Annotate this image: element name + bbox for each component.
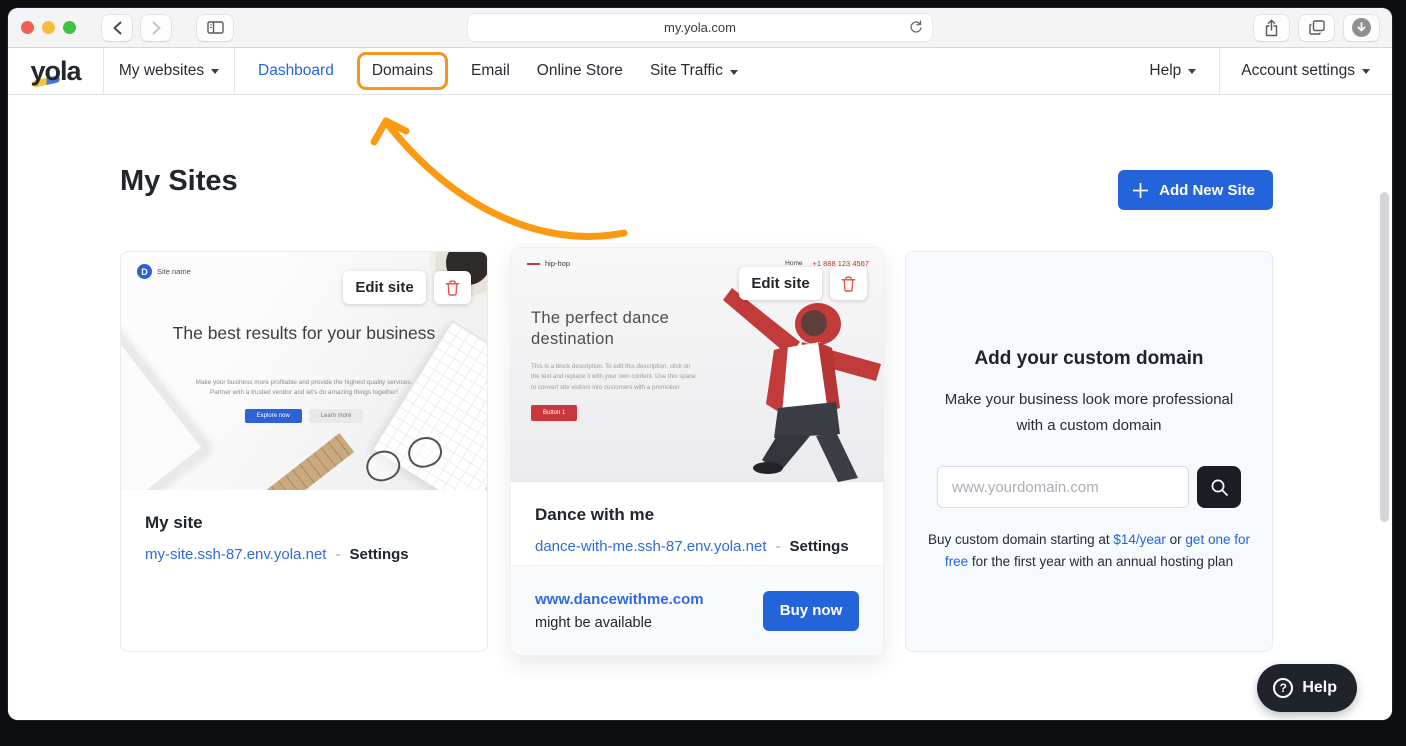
yola-logo[interactable]: yola [8,48,104,94]
custom-domain-note: Buy custom domain starting at $14/year o… [923,529,1255,574]
help-dropdown[interactable]: Help [1126,48,1220,94]
domain-offer-section: www.dancewithme.com might be available B… [511,565,883,655]
nav-site-traffic[interactable]: Site Traffic [650,62,738,80]
preview-brand-name: hip-hop [545,259,570,268]
share-button[interactable] [1254,15,1289,41]
chevron-down-icon [1362,69,1370,74]
add-new-site-button[interactable]: Add New Site [1118,170,1273,210]
preview-site-logo: D [137,264,152,279]
preview-secondary-button: Learn more [309,409,364,423]
site-domain-link[interactable]: my-site.ssh-87.env.yola.net [145,546,326,563]
edit-site-button[interactable]: Edit site [739,267,822,300]
tab-overview-button[interactable] [1299,15,1334,41]
main-content: My Sites Add New Site D Site name The be… [8,95,1392,720]
site-card-my-site: D Site name The best results for your bu… [120,251,488,652]
chevron-down-icon [730,70,738,75]
delete-site-button[interactable] [434,271,471,304]
site-settings-link[interactable]: Settings [349,546,408,563]
back-button[interactable] [102,15,132,41]
sidebar-icon [207,21,224,34]
ruler-decoration [264,433,354,490]
site-domain-link[interactable]: dance-with-me.ssh-87.env.yola.net [535,538,767,555]
site-preview[interactable]: hip-hop Home +1 888 123 4567 The perfect… [511,248,883,482]
site-card-dance-with-me: hip-hop Home +1 888 123 4567 The perfect… [510,247,884,656]
preview-description: This is a block description. To edit thi… [531,362,699,394]
separator: - [776,538,781,555]
site-name: Dance with me [535,505,859,525]
chevron-down-icon [1188,69,1196,74]
address-bar[interactable]: my.yola.com [468,14,933,41]
custom-domain-input[interactable] [937,466,1189,508]
offer-availability-text: might be available [535,615,704,631]
custom-domain-subtitle: Make your business look more professiona… [936,387,1242,438]
window-controls [21,21,76,34]
search-icon [1210,478,1229,497]
delete-site-button[interactable] [830,267,867,300]
scrollbar-thumb[interactable] [1380,192,1389,522]
chevron-left-icon [112,21,123,35]
share-icon [1264,19,1279,37]
buy-now-button[interactable]: Buy now [763,591,859,631]
edit-site-button[interactable]: Edit site [343,271,426,304]
url-text: my.yola.com [664,20,736,35]
chevron-right-icon [151,21,162,35]
help-widget-button[interactable]: ? Help [1257,664,1357,712]
question-mark-icon: ? [1273,678,1293,698]
scrollbar-track[interactable] [1380,184,1390,716]
close-window-button[interactable] [21,21,34,34]
browser-window: my.yola.com [8,8,1392,720]
preview-brand-dash-icon [527,263,540,265]
tabs-icon [1309,20,1325,35]
nav-online-store[interactable]: Online Store [537,62,623,80]
chevron-down-icon [211,69,219,74]
dancer-image [668,284,883,482]
reload-button[interactable] [909,19,924,38]
site-preview[interactable]: D Site name The best results for your bu… [121,252,487,490]
my-websites-label: My websites [119,62,204,80]
preview-nav-home: Home [785,260,802,267]
site-name: My site [145,513,463,533]
custom-domain-title: Add your custom domain [974,348,1203,370]
tablet-decoration [121,323,212,490]
browser-toolbar: my.yola.com [8,8,1392,48]
separator: - [335,546,340,563]
app-navbar: yola My websites Dashboard Domains Email… [8,48,1392,95]
minimize-window-button[interactable] [42,21,55,34]
my-websites-dropdown[interactable]: My websites [104,48,235,94]
nav-domains[interactable]: Domains [357,52,448,90]
preview-heading: The perfect dance destination [531,308,699,351]
preview-heading: The best results for your business [165,322,443,345]
price-link[interactable]: $14/year [1113,532,1166,547]
trash-icon [444,279,461,297]
forward-button[interactable] [141,15,171,41]
plus-icon [1132,182,1149,199]
site-settings-link[interactable]: Settings [790,538,849,555]
download-icon [1352,18,1371,37]
domain-search-button[interactable] [1197,466,1241,508]
zoom-window-button[interactable] [63,21,76,34]
preview-primary-button: Explore now [245,409,302,423]
nav-dashboard[interactable]: Dashboard [258,62,334,80]
nav-email[interactable]: Email [471,62,510,80]
sidebar-toggle-button[interactable] [197,15,233,41]
preview-brand-name: Site name [157,267,191,276]
reload-icon [909,19,924,35]
trash-icon [840,275,857,293]
account-settings-dropdown[interactable]: Account settings [1220,48,1392,94]
offer-domain: www.dancewithme.com [535,591,704,608]
downloads-button[interactable] [1344,15,1379,41]
logo-text: yola [30,56,80,87]
preview-description: Make your business more profitable and p… [191,378,418,398]
page-title: My Sites [120,165,238,198]
custom-domain-card: Add your custom domain Make your busines… [905,251,1273,652]
preview-button: Button 1 [531,405,577,421]
